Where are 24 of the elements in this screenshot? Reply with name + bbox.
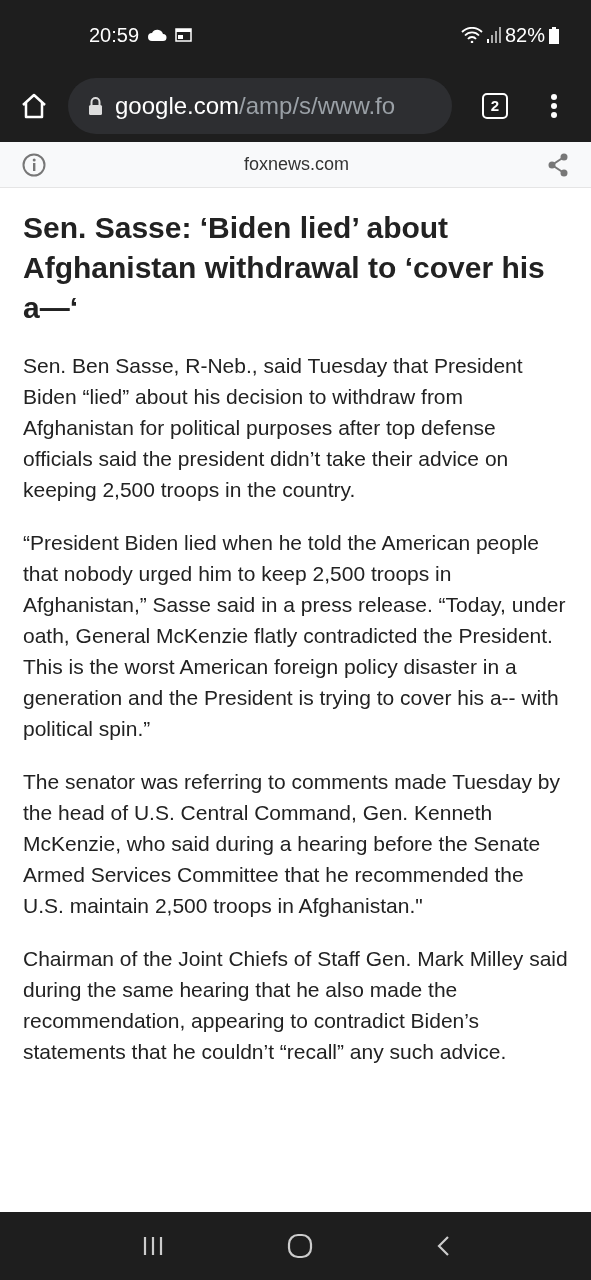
article-paragraph: “President Biden lied when he told the American people that nobody urged him to keep 2,500 troops in Afghanistan,” Sasse said in a press release. “Today, under oath, General McKenzie flatly contradicted the President. This is the worst American foreign policy disaster in a generation and the President is trying to cover his a-- with political spin.” <box>23 530 567 742</box>
article-headline: Sen. Sasse: ‘Biden lied’ about Afghanistan withdrawal to ‘cover his a—‘ <box>23 210 546 326</box>
status-time: 20:59 <box>89 23 140 48</box>
tab-count-button[interactable]: 2 <box>482 93 508 119</box>
home-nav-icon[interactable] <box>286 1233 313 1259</box>
battery-icon <box>549 26 559 44</box>
home-icon[interactable] <box>20 93 48 119</box>
back-icon[interactable] <box>435 1235 450 1257</box>
menu-icon[interactable] <box>550 93 558 119</box>
cloud-icon <box>147 29 168 41</box>
article-paragraph: Sen. Ben Sasse, R-Neb., said Tuesday that President Biden “lied” about his decision to withdraw from Afghanistan for political purposes after top defense officials said the president didn’t take their advice on keeping 2,500 troops in the country. <box>23 353 524 503</box>
share-icon[interactable] <box>547 152 569 177</box>
site-domain: foxnews.com <box>243 153 349 176</box>
lock-icon <box>88 97 103 115</box>
calendar-icon <box>175 28 193 42</box>
wifi-icon <box>460 27 483 43</box>
info-icon[interactable] <box>22 152 46 177</box>
url-text: google.com/amp/s/www.fo <box>115 91 396 121</box>
battery-percent: 82% <box>504 23 545 48</box>
article-paragraph: Chairman of the Joint Chiefs of Staff Gen. Mark Milley said during the same hearing that he also made the recommendation, appearing to contradict Biden’s statements that he couldn’t “recall” any such advice. <box>23 946 568 1065</box>
recent-apps-icon[interactable] <box>141 1235 164 1257</box>
address-bar[interactable]: google.com/amp/s/www.fo <box>68 78 452 134</box>
article-paragraph: The senator was referring to comments made Tuesday by the head of U.S. Central Command, Gen. Kenneth McKenzie, who said during a hearing before the Senate Armed Services Committee that he recommended the U.S. maintain 2,500 troops in Afghanistan." <box>23 769 561 919</box>
signal-icon <box>486 27 501 43</box>
